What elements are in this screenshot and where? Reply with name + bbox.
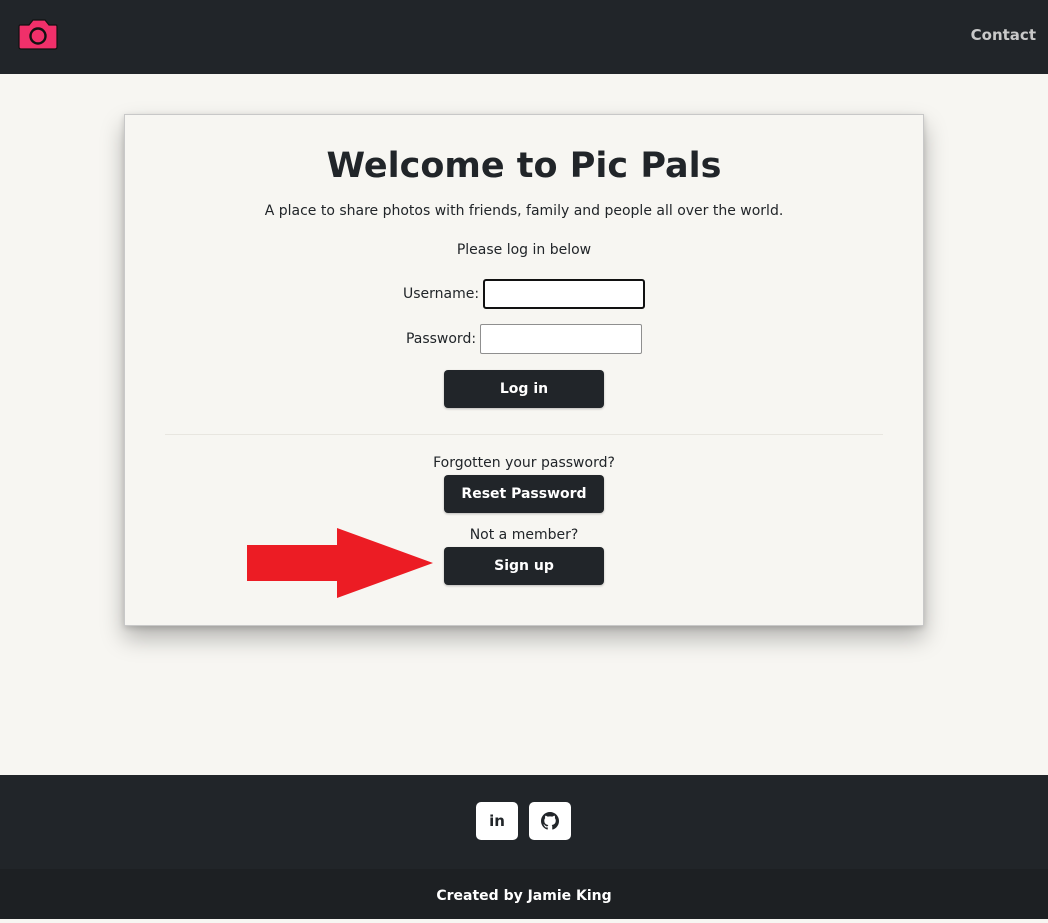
- password-row: Password:: [125, 324, 923, 354]
- footer-credit: Created by Jamie King: [0, 869, 1048, 919]
- github-button[interactable]: [529, 802, 571, 840]
- github-icon: [541, 812, 559, 830]
- username-label: Username:: [402, 286, 480, 302]
- forgot-password-text: Forgotten your password?: [433, 455, 615, 471]
- username-row: Username:: [125, 279, 923, 309]
- divider: [165, 434, 883, 435]
- linkedin-icon: in: [489, 812, 505, 830]
- nav-contact-link[interactable]: Contact: [971, 26, 1036, 44]
- page-subtitle: A place to share photos with friends, fa…: [264, 203, 784, 219]
- signup-button[interactable]: Sign up: [444, 547, 604, 585]
- password-label: Password:: [405, 331, 477, 347]
- not-member-text: Not a member?: [469, 527, 579, 543]
- login-prompt: Please log in below: [456, 242, 592, 258]
- navbar: Contact: [0, 0, 1048, 74]
- login-button[interactable]: Log in: [444, 370, 604, 408]
- linkedin-button[interactable]: in: [476, 802, 518, 840]
- footer-social: in: [0, 775, 1048, 869]
- username-input[interactable]: [483, 279, 646, 309]
- camera-icon[interactable]: [18, 18, 58, 50]
- page-title: Welcome to Pic Pals: [326, 146, 722, 186]
- reset-password-button[interactable]: Reset Password: [444, 475, 604, 513]
- login-card: Welcome to Pic Pals A place to share pho…: [124, 114, 924, 626]
- password-input[interactable]: [480, 324, 643, 354]
- arrow-right-icon: [247, 528, 433, 598]
